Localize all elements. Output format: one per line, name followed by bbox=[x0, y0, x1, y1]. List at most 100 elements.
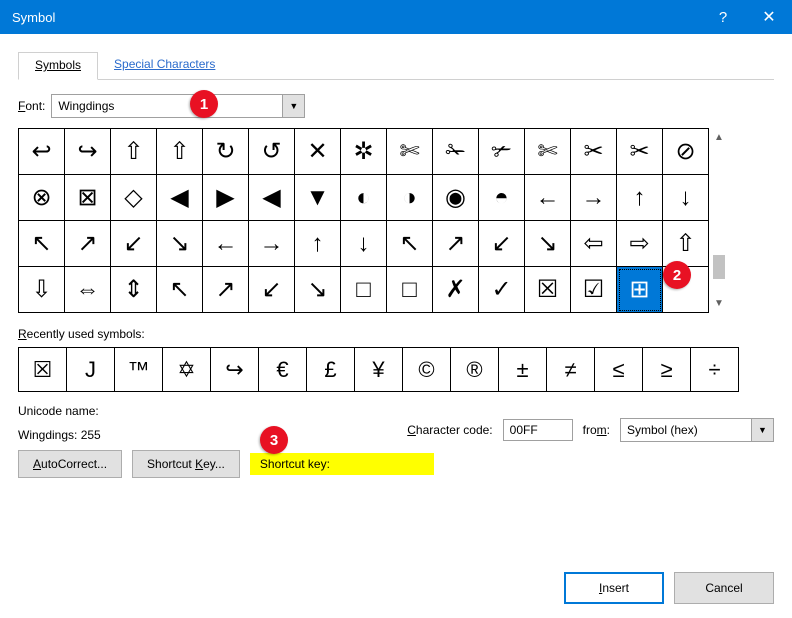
recent-symbol-cell[interactable]: ↪ bbox=[211, 348, 259, 392]
scroll-thumb[interactable] bbox=[713, 255, 725, 279]
symbol-cell[interactable]: □ bbox=[341, 267, 387, 313]
close-button[interactable]: ✕ bbox=[746, 0, 792, 34]
symbol-cell[interactable]: ✄ bbox=[387, 129, 433, 175]
recent-symbol-cell[interactable]: ± bbox=[499, 348, 547, 392]
symbol-cell[interactable]: ⇕ bbox=[111, 267, 157, 313]
recent-symbol-cell[interactable]: ✡ bbox=[163, 348, 211, 392]
help-button[interactable]: ? bbox=[700, 0, 746, 34]
window-title: Symbol bbox=[12, 10, 55, 25]
symbol-cell[interactable]: ↪ bbox=[65, 129, 111, 175]
recent-symbol-cell[interactable]: £ bbox=[307, 348, 355, 392]
symbol-cell[interactable]: ◑ bbox=[387, 175, 433, 221]
symbol-cell[interactable]: ⇔ bbox=[65, 267, 111, 313]
symbol-cell[interactable]: ✃ bbox=[479, 129, 525, 175]
font-input[interactable] bbox=[52, 95, 282, 117]
recent-symbol-cell[interactable]: ☒ bbox=[19, 348, 67, 392]
symbol-cell[interactable]: ↖ bbox=[387, 221, 433, 267]
recent-symbol-cell[interactable]: ™ bbox=[115, 348, 163, 392]
from-input[interactable] bbox=[621, 419, 751, 441]
symbol-cell[interactable]: ⇨ bbox=[617, 221, 663, 267]
symbol-cell[interactable]: ↗ bbox=[203, 267, 249, 313]
symbol-cell[interactable]: ↖ bbox=[157, 267, 203, 313]
symbol-cell[interactable]: ☒ bbox=[525, 267, 571, 313]
symbol-cell[interactable]: ✲ bbox=[341, 129, 387, 175]
symbol-cell[interactable]: ↻ bbox=[203, 129, 249, 175]
symbol-cell[interactable]: ✁ bbox=[433, 129, 479, 175]
symbol-cell[interactable]: ⇧ bbox=[157, 129, 203, 175]
symbol-cell[interactable]: ↖ bbox=[19, 221, 65, 267]
symbol-cell[interactable]: ✓ bbox=[479, 267, 525, 313]
tab-special-characters[interactable]: Special Characters bbox=[98, 52, 231, 80]
symbol-cell[interactable]: ↗ bbox=[433, 221, 479, 267]
symbol-cell[interactable]: ◐ bbox=[341, 175, 387, 221]
symbol-cell[interactable]: ↑ bbox=[617, 175, 663, 221]
symbol-cell[interactable]: ⊘ bbox=[663, 129, 709, 175]
recent-grid[interactable]: ☒J™✡↪€£¥©®±≠≤≥÷ bbox=[18, 347, 739, 392]
shortcut-key-button[interactable]: Shortcut Key... bbox=[132, 450, 240, 478]
symbol-cell[interactable]: ↗ bbox=[65, 221, 111, 267]
symbol-cell[interactable]: ⇩ bbox=[19, 267, 65, 313]
scrollbar[interactable]: ▲ ▼ bbox=[709, 128, 729, 313]
symbol-cell[interactable]: ← bbox=[203, 221, 249, 267]
callout-1: 1 bbox=[190, 90, 218, 118]
chevron-down-icon[interactable]: ▼ bbox=[751, 419, 773, 441]
font-combo[interactable]: ▼ bbox=[51, 94, 305, 118]
symbol-cell[interactable]: ✂ bbox=[571, 129, 617, 175]
symbol-cell[interactable]: ✗ bbox=[433, 267, 479, 313]
symbol-cell[interactable]: ◀ bbox=[249, 175, 295, 221]
symbol-cell[interactable]: ↑ bbox=[295, 221, 341, 267]
autocorrect-button[interactable]: AutoCorrect... bbox=[18, 450, 122, 478]
recent-symbol-cell[interactable]: ≠ bbox=[547, 348, 595, 392]
symbol-cell[interactable]: ◉ bbox=[433, 175, 479, 221]
symbol-cell[interactable]: ↓ bbox=[341, 221, 387, 267]
symbol-cell[interactable]: ◇ bbox=[111, 175, 157, 221]
symbol-cell[interactable]: □ bbox=[387, 267, 433, 313]
symbol-cell[interactable]: ◓ bbox=[479, 175, 525, 221]
symbol-cell[interactable]: → bbox=[249, 221, 295, 267]
recent-symbol-cell[interactable]: ¥ bbox=[355, 348, 403, 392]
recent-symbol-cell[interactable]: ® bbox=[451, 348, 499, 392]
symbol-cell[interactable]: ◀ bbox=[157, 175, 203, 221]
symbol-cell[interactable]: ↓ bbox=[663, 175, 709, 221]
titlebar: Symbol ? ✕ bbox=[0, 0, 792, 34]
symbol-cell[interactable]: ✂ bbox=[617, 129, 663, 175]
tab-symbols[interactable]: Symbols bbox=[18, 52, 98, 80]
symbol-cell[interactable]: ↙ bbox=[111, 221, 157, 267]
symbol-cell[interactable]: ← bbox=[525, 175, 571, 221]
symbol-cell[interactable]: ▶ bbox=[203, 175, 249, 221]
symbol-cell[interactable]: → bbox=[571, 175, 617, 221]
symbol-cell[interactable]: ↙ bbox=[249, 267, 295, 313]
symbol-cell[interactable]: ⊞ bbox=[617, 267, 663, 313]
symbol-cell[interactable]: ☑ bbox=[571, 267, 617, 313]
symbol-cell[interactable]: ⊠ bbox=[65, 175, 111, 221]
symbol-cell[interactable]: ⇦ bbox=[571, 221, 617, 267]
symbol-cell[interactable]: ↙ bbox=[479, 221, 525, 267]
symbol-cell[interactable]: ↺ bbox=[249, 129, 295, 175]
symbol-cell[interactable]: ↘ bbox=[525, 221, 571, 267]
recent-symbol-cell[interactable]: € bbox=[259, 348, 307, 392]
symbol-cell[interactable]: ✕ bbox=[295, 129, 341, 175]
symbol-cell[interactable]: ↩ bbox=[19, 129, 65, 175]
symbol-cell[interactable]: ⇧ bbox=[111, 129, 157, 175]
symbol-cell[interactable]: ✄ bbox=[525, 129, 571, 175]
symbol-cell[interactable]: ▼ bbox=[295, 175, 341, 221]
font-label: Font: bbox=[18, 99, 45, 113]
recent-symbol-cell[interactable]: © bbox=[403, 348, 451, 392]
scroll-up-icon[interactable]: ▲ bbox=[714, 132, 724, 143]
insert-button[interactable]: Insert bbox=[564, 572, 664, 604]
cancel-button[interactable]: Cancel bbox=[674, 572, 774, 604]
char-code-label: Character code: bbox=[407, 423, 492, 437]
recent-symbol-cell[interactable]: ÷ bbox=[691, 348, 739, 392]
symbol-cell[interactable]: ⇧ bbox=[663, 221, 709, 267]
symbol-grid[interactable]: ↩↪⇧⇧↻↺✕✲✄✁✃✄✂✂⊘⊗⊠◇◀▶◀▼◐◑◉◓←→↑↓↖↗↙↘←→↑↓↖↗… bbox=[18, 128, 709, 313]
recent-symbol-cell[interactable]: J bbox=[67, 348, 115, 392]
chevron-down-icon[interactable]: ▼ bbox=[282, 95, 304, 117]
recent-symbol-cell[interactable]: ≤ bbox=[595, 348, 643, 392]
symbol-cell[interactable]: ⊗ bbox=[19, 175, 65, 221]
symbol-cell[interactable]: ↘ bbox=[157, 221, 203, 267]
symbol-cell[interactable]: ↘ bbox=[295, 267, 341, 313]
scroll-down-icon[interactable]: ▼ bbox=[714, 298, 724, 309]
char-code-input[interactable] bbox=[503, 419, 573, 441]
recent-symbol-cell[interactable]: ≥ bbox=[643, 348, 691, 392]
from-combo[interactable]: ▼ bbox=[620, 418, 774, 442]
